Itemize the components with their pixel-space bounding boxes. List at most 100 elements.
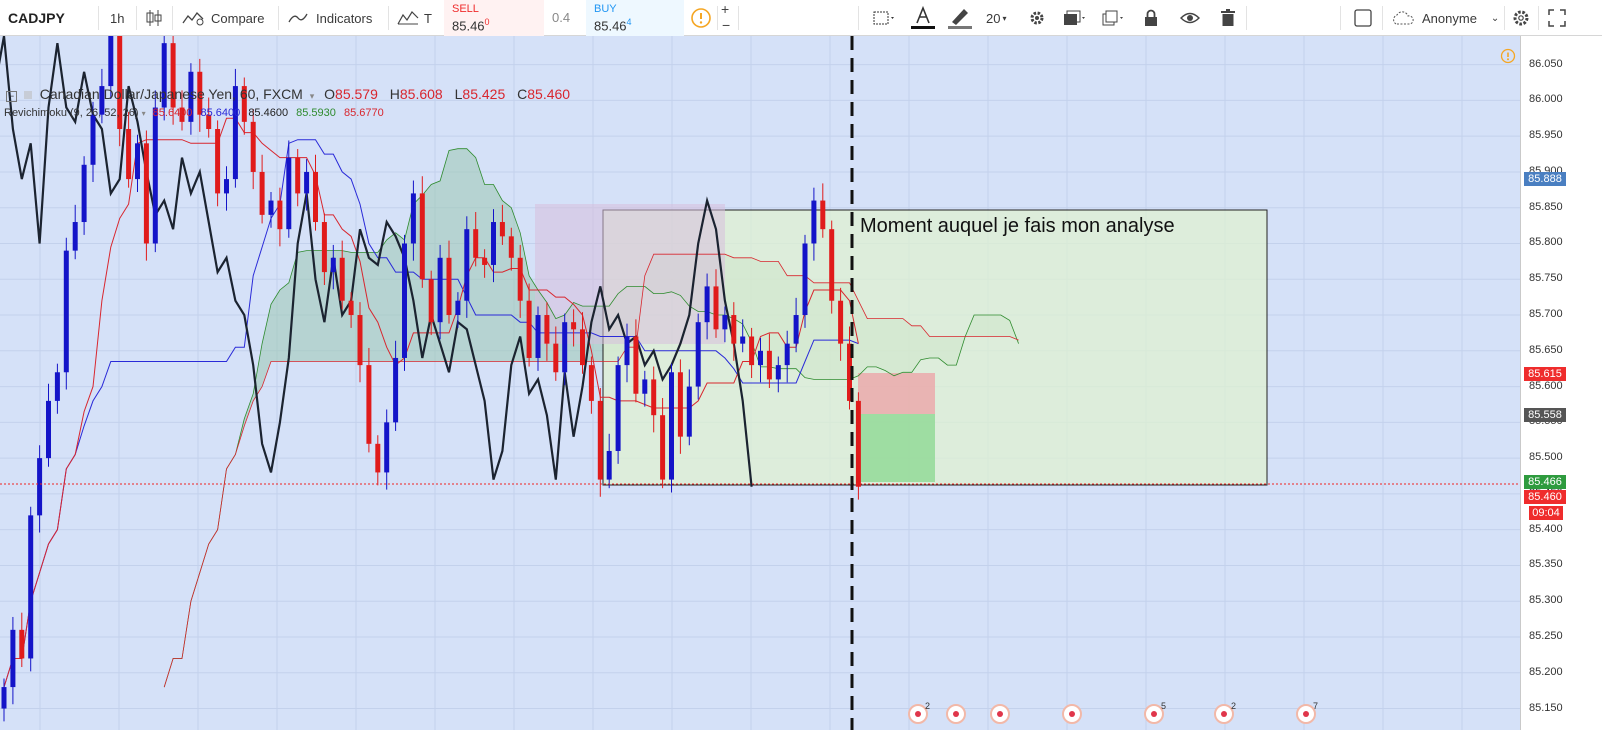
candle-body xyxy=(677,372,683,437)
fullscreen-toggle[interactable] xyxy=(1354,0,1372,36)
collapse-icon[interactable]: − xyxy=(6,91,17,102)
candle-body xyxy=(855,400,861,487)
sell-button[interactable]: SELL 85.460 xyxy=(444,0,544,36)
time-axis[interactable] xyxy=(0,730,1602,746)
symbol-legend: − Canadian Dollar/Japanese Yen, 60, FXCM… xyxy=(6,86,570,102)
warning-button[interactable] xyxy=(690,0,712,36)
price-axis[interactable]: 86.050 86.000 85.950 85.900 85.850 85.800 85.7… xyxy=(1520,36,1602,730)
symbol-search[interactable]: CADJPY xyxy=(8,0,65,36)
rectangle-tool-button[interactable] xyxy=(872,0,896,36)
rectangle-icon xyxy=(873,11,894,25)
candle-body xyxy=(491,222,496,265)
candle-body xyxy=(642,379,648,394)
cloud-icon xyxy=(1393,11,1414,25)
candle-body xyxy=(268,200,274,215)
indicators-button[interactable]: Indicators xyxy=(288,0,372,36)
analysis-annotation[interactable]: Moment auquel je fais mon analyse xyxy=(860,215,1175,238)
fullscreen-icon xyxy=(1548,9,1566,27)
candle-body xyxy=(686,386,692,437)
clone-button[interactable] xyxy=(1101,0,1125,36)
candle-body xyxy=(437,257,443,323)
chevron-down-icon: ▾ xyxy=(141,109,146,118)
account-name: Anonyme xyxy=(1422,10,1477,26)
close-label: C xyxy=(517,86,528,102)
candle-body xyxy=(704,286,710,323)
candle-body xyxy=(384,422,390,473)
sell-label: SELL xyxy=(452,3,479,15)
gear-icon xyxy=(1030,11,1044,25)
hide-button[interactable] xyxy=(1180,0,1200,36)
candle-body xyxy=(330,257,336,273)
buy-button[interactable]: BUY 85.464 xyxy=(586,0,684,36)
price-tick: 85.750 xyxy=(1529,272,1563,285)
stop-loss-zone xyxy=(858,373,935,414)
toolbar-divider xyxy=(1340,6,1341,30)
price-label-current: 85.460 xyxy=(1524,490,1566,504)
visual-order-button[interactable] xyxy=(1062,0,1086,36)
text-icon xyxy=(911,5,935,29)
candle-body xyxy=(90,114,96,165)
open-label: O xyxy=(324,86,336,102)
toolbar-divider xyxy=(388,6,389,30)
candle-body xyxy=(10,629,16,688)
buy-price-main: 85.46 xyxy=(594,18,627,34)
candles-icon xyxy=(146,10,162,26)
plus-icon[interactable]: + xyxy=(721,1,729,17)
chevron-down-icon: ▾ xyxy=(1002,13,1007,23)
candle-body xyxy=(713,286,719,330)
price-chart[interactable] xyxy=(0,36,1520,730)
minus-icon[interactable]: − xyxy=(722,17,730,33)
price-tick: 85.200 xyxy=(1529,665,1563,678)
event-marker-icon[interactable] xyxy=(946,704,966,724)
high-label: H xyxy=(389,86,400,102)
candle-body xyxy=(580,329,585,366)
candle-body xyxy=(215,129,221,194)
chevron-down-icon: ▾ xyxy=(309,91,315,101)
candle-body xyxy=(758,350,763,366)
candle-body xyxy=(544,315,550,344)
checkbox-icon xyxy=(1354,9,1372,27)
candle-body xyxy=(838,300,844,344)
chart-settings-button[interactable] xyxy=(1511,0,1531,36)
interval-button[interactable]: 1h xyxy=(110,0,124,36)
text-color-button[interactable] xyxy=(910,0,936,36)
candle-body xyxy=(357,315,363,366)
account-menu[interactable]: Anonyme ⌄ xyxy=(1390,0,1499,36)
candle-body xyxy=(81,164,87,223)
candle-body xyxy=(722,315,728,330)
toolbar-divider xyxy=(98,6,99,30)
chart-style-button[interactable] xyxy=(145,0,163,36)
candle-body xyxy=(615,365,621,451)
clone-icon xyxy=(1102,10,1123,26)
fullscreen-button[interactable] xyxy=(1548,0,1566,36)
event-count: 7 xyxy=(1313,701,1319,711)
event-count: 2 xyxy=(925,701,931,711)
candle-body xyxy=(588,365,594,401)
lock-button[interactable] xyxy=(1144,0,1158,36)
line-width-select[interactable]: 20 ▾ xyxy=(986,0,1006,36)
price-tick: 85.950 xyxy=(1529,129,1563,142)
event-marker-icon[interactable] xyxy=(1062,704,1082,724)
templates-button[interactable]: T xyxy=(397,0,432,36)
candle-body xyxy=(811,200,817,244)
toolbar-divider xyxy=(738,6,739,30)
candle-body xyxy=(402,243,407,358)
compare-button[interactable]: Compare xyxy=(182,0,264,36)
candle-body xyxy=(482,257,488,265)
candle-body xyxy=(339,257,345,301)
candle-body xyxy=(135,143,140,180)
line-color-button[interactable] xyxy=(947,0,973,36)
chart-pane[interactable]: − Canadian Dollar/Japanese Yen, 60, FXCM… xyxy=(0,36,1520,730)
toolbar-divider xyxy=(1382,6,1383,30)
settings-button[interactable] xyxy=(1028,0,1046,36)
remove-button[interactable] xyxy=(1220,0,1236,36)
candle-body xyxy=(571,322,577,330)
event-marker-icon[interactable] xyxy=(990,704,1010,724)
top-toolbar: CADJPY 1h Compare Indicators T SELL 85.4… xyxy=(0,0,1602,36)
info-icon[interactable] xyxy=(1500,48,1516,64)
price-label-target: 85.466 xyxy=(1524,475,1566,489)
event-count: 2 xyxy=(1231,701,1237,711)
candle-body xyxy=(46,400,51,459)
candle-body xyxy=(446,257,452,316)
candle-body xyxy=(428,279,434,323)
